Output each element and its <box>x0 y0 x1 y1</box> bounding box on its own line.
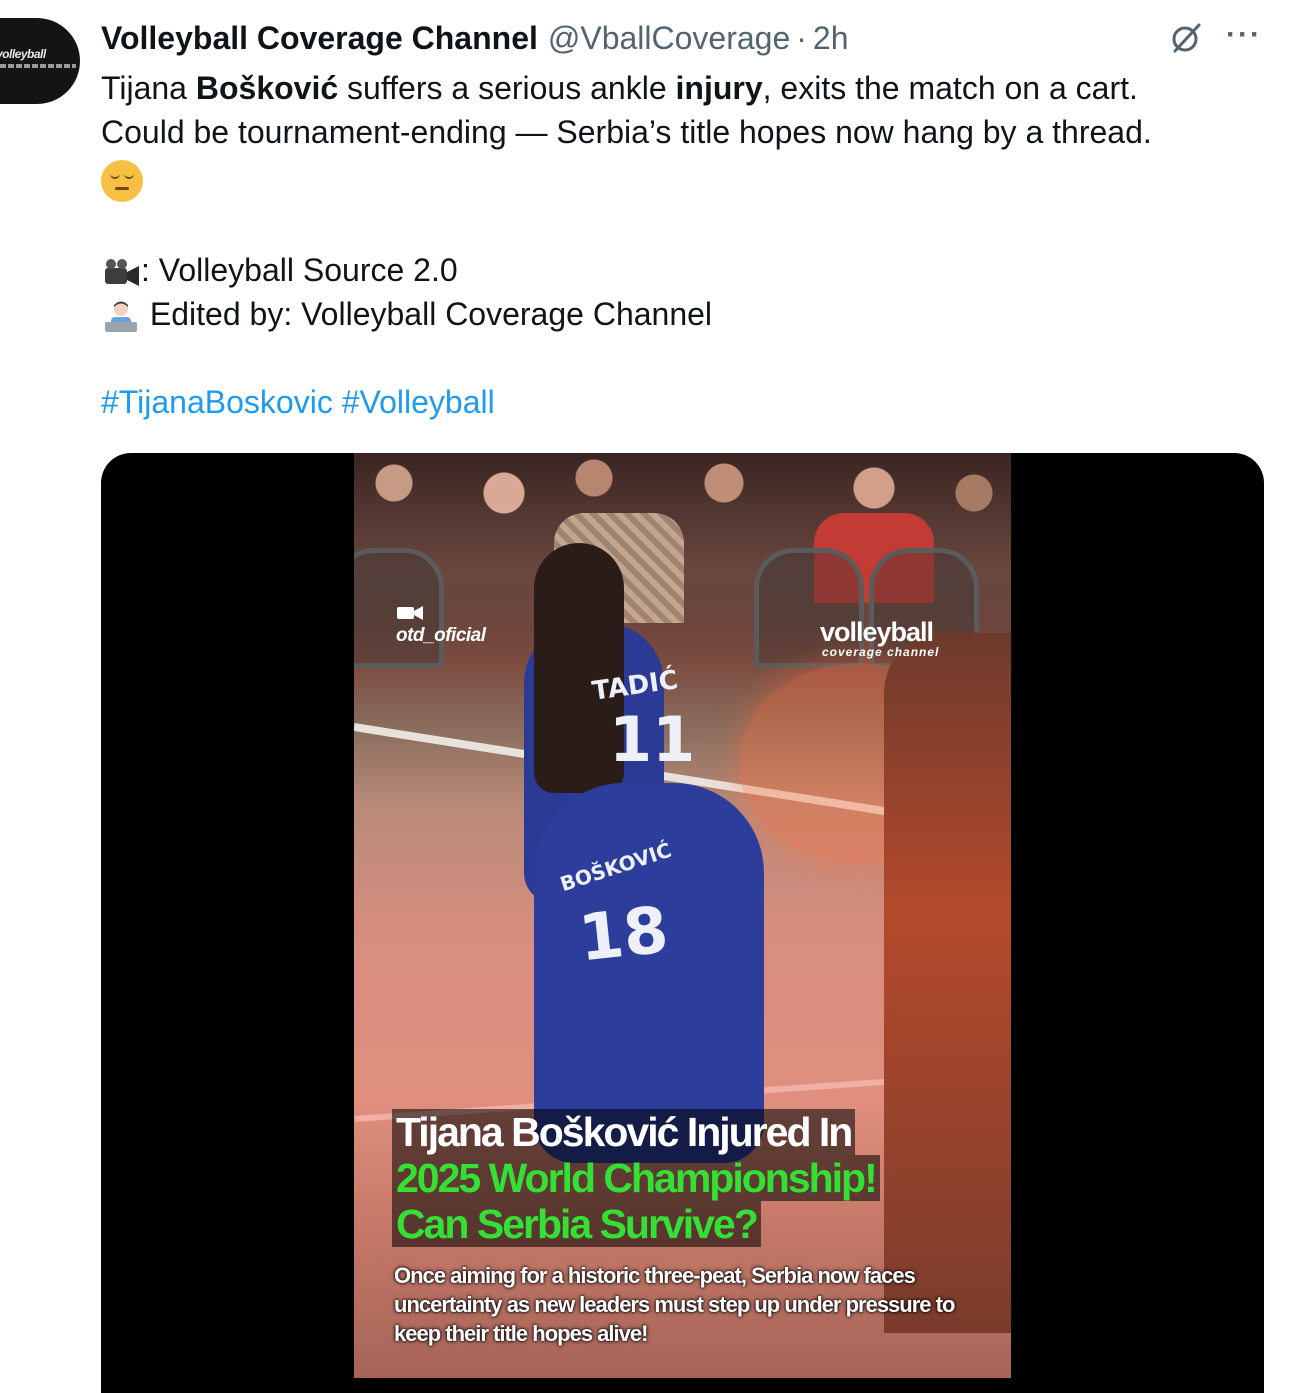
tweet-line-emoji <box>101 154 1281 204</box>
credit-editor-line: Edited by: Volleyball Coverage Channel <box>101 292 1281 336</box>
pensive-face-emoji <box>101 159 143 202</box>
watermark-coverage-channel: coverage channel <box>822 645 940 659</box>
headline-line-3: Can Serbia Survive? <box>392 1201 761 1247</box>
timestamp[interactable]: 2h <box>813 20 849 57</box>
video-player[interactable]: TADIĆ 11 BOŠKOVIĆ 18 otd_oficial volleyb… <box>101 453 1264 1393</box>
jersey-number-boskovic: 18 <box>575 893 672 977</box>
hashtag-tijanaboskovic[interactable]: #TijanaBoskovic <box>101 384 333 420</box>
tweet-line-1: Tijana Bošković suffers a serious ankle … <box>101 66 1281 110</box>
author-handle[interactable]: @VballCoverage <box>548 20 790 57</box>
hashtag-row: #TijanaBoskovic #Volleyball <box>101 380 1281 424</box>
avatar-logo-underline <box>0 64 76 68</box>
headline-line-2: 2025 World Championship! <box>392 1155 880 1201</box>
credit-source-text: : Volleyball Source 2.0 <box>141 252 458 288</box>
video-recorder-icon <box>397 606 423 620</box>
tweet-bold-name: Bošković <box>195 70 339 106</box>
tweet-text-segment: , exits the match on a cart. <box>762 70 1138 106</box>
credit-source-line: : Volleyball Source 2.0 <box>101 248 1281 292</box>
tweet-header: Volleyball Coverage Channel @VballCovera… <box>101 18 1262 58</box>
author-display-name[interactable]: Volleyball Coverage Channel <box>101 20 538 57</box>
credit-editor-text: Edited by: Volleyball Coverage Channel <box>141 296 713 332</box>
player-boskovic <box>534 783 764 1163</box>
jersey-number-tadic: 11 <box>609 703 696 776</box>
video-headline: Tijana Bošković Injured In 2025 World Ch… <box>392 1109 1002 1247</box>
video-subheadline: Once aiming for a historic three-peat, S… <box>394 1263 955 1346</box>
tweet-text-segment: suffers a serious ankle <box>338 70 676 106</box>
watermark-otd-oficial: otd_oficial <box>396 625 486 646</box>
watermark-volleyball: volleyball <box>820 617 934 647</box>
video-frame[interactable]: TADIĆ 11 BOŠKOVIĆ 18 otd_oficial volleyb… <box>354 453 1011 1378</box>
tweet-text-segment: Tijana <box>101 70 196 106</box>
more-icon[interactable]: ··· <box>1226 20 1266 56</box>
hashtag-volleyball[interactable]: #Volleyball <box>342 384 495 420</box>
technologist-emoji <box>105 301 137 332</box>
tweet-body: Tijana Bošković suffers a serious ankle … <box>101 66 1281 424</box>
tweet-bold-injury: injury <box>675 70 763 106</box>
video-camera-emoji <box>105 258 139 286</box>
tweet-blank-line <box>101 336 1281 380</box>
headline-line-1: Tijana Bošković Injured In <box>392 1109 856 1155</box>
avatar-logo-text: volleyball <box>0 47 46 61</box>
header-separator: · <box>796 19 807 56</box>
tweet-line-2: Could be tournament-ending — Serbia’s ti… <box>101 114 1152 150</box>
tweet-blank-line <box>101 204 1281 248</box>
avatar[interactable]: volleyball <box>0 18 80 104</box>
grok-icon[interactable] <box>1168 20 1204 56</box>
